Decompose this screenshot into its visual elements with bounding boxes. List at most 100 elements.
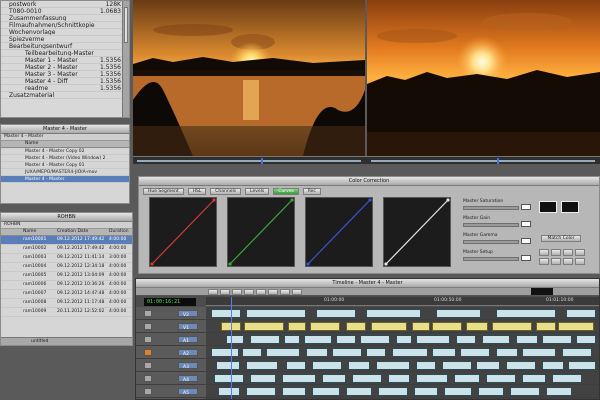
timeline-clip[interactable] xyxy=(492,322,532,331)
timeline-clip[interactable] xyxy=(454,374,480,383)
setup-value[interactable] xyxy=(521,255,531,261)
setup-slider[interactable] xyxy=(463,257,519,261)
track-select-button[interactable]: A4 xyxy=(178,375,198,383)
timeline-clip[interactable] xyxy=(416,374,448,383)
timeline-clip[interactable] xyxy=(376,361,410,370)
timeline-clip[interactable] xyxy=(444,387,472,396)
timeline-ruler[interactable]: 01:00:00 01:00:50:00 01:01:10:00 xyxy=(206,297,599,306)
raw-bin-row[interactable]: ram10006 09.12.2012 10:36:26 4:00:00 xyxy=(1,281,132,290)
tab-channels[interactable]: Channels xyxy=(210,188,242,195)
col-name[interactable]: Name xyxy=(23,229,36,234)
raw-bin-row[interactable]: ram10005 09.12.2012 13:04:09 4:00:00 xyxy=(1,272,132,281)
timeline-clip[interactable] xyxy=(466,322,488,331)
timeline-clip[interactable] xyxy=(211,309,241,318)
bin-tree-item[interactable]: Bearbeitungsentwurf xyxy=(1,43,123,50)
scrollbar[interactable] xyxy=(122,1,129,117)
timeline-clip[interactable] xyxy=(246,309,306,318)
track-area[interactable] xyxy=(206,307,599,399)
raw-bin-row[interactable]: ram10003 09.12.2012 11:41:14 3:00:00 xyxy=(1,254,132,263)
bin-tree-item[interactable]: readme 1.5356 xyxy=(1,85,123,92)
track-patch-button[interactable] xyxy=(144,388,152,395)
timeline-clip[interactable] xyxy=(242,348,262,357)
master-bin-tab[interactable]: Master 4 - Master xyxy=(1,134,129,141)
master-bin-item[interactable]: Master 4 - Master Copy 01 xyxy=(1,162,129,169)
timeline-clip[interactable] xyxy=(566,309,596,318)
raw-bin-row[interactable]: ram10002 09.12.2012 17:49:42 4:00:00 xyxy=(1,245,132,254)
timeline-clip[interactable] xyxy=(522,374,546,383)
source-viewer[interactable] xyxy=(133,0,365,156)
timeline-tool-button[interactable] xyxy=(244,289,254,295)
timeline-tool-button[interactable] xyxy=(220,289,230,295)
track-header[interactable]: A4 xyxy=(136,372,206,385)
timeline-clip[interactable] xyxy=(412,322,430,331)
timeline-clip[interactable] xyxy=(244,322,284,331)
gain-slider[interactable] xyxy=(463,223,519,227)
bin-tree-item[interactable]: Master 4 - Diff 1.5356 xyxy=(1,78,123,85)
timeline-clip[interactable] xyxy=(542,335,572,344)
timeline-clip[interactable] xyxy=(436,309,481,318)
gamma-value[interactable] xyxy=(521,238,531,244)
timeline-tool-button[interactable] xyxy=(232,289,242,295)
bin-tree-item[interactable]: Master 1 - Master 1.5356 xyxy=(1,57,123,64)
timeline-clip[interactable] xyxy=(516,335,538,344)
timeline-clip[interactable] xyxy=(250,374,276,383)
timeline-clip[interactable] xyxy=(246,361,278,370)
track-select-button[interactable]: A2 xyxy=(178,349,198,357)
timeline-clip[interactable] xyxy=(432,348,456,357)
timeline-track-row[interactable] xyxy=(206,320,599,333)
track-patch-button[interactable] xyxy=(144,349,152,356)
track-patch-button[interactable] xyxy=(144,336,152,343)
timeline-tool-button[interactable] xyxy=(208,289,218,295)
timeline-clip[interactable] xyxy=(216,361,240,370)
bin-tree-item[interactable]: Wochenvorlage xyxy=(1,29,123,36)
timeline-clip[interactable] xyxy=(542,361,564,370)
green-curve-graph[interactable] xyxy=(227,197,295,267)
bin-tree-item[interactable]: Teilbearbeitung-Master xyxy=(1,50,123,57)
red-curve-graph[interactable] xyxy=(149,197,217,267)
timeline-clip[interactable] xyxy=(336,335,356,344)
track-header[interactable]: A1 xyxy=(136,333,206,346)
timeline-track-row[interactable] xyxy=(206,307,599,320)
timeline-clip[interactable] xyxy=(558,322,594,331)
track-patch-button[interactable] xyxy=(144,310,152,317)
timeline-clip[interactable] xyxy=(506,361,536,370)
timeline-clip[interactable] xyxy=(288,322,306,331)
timeline-track-row[interactable] xyxy=(206,359,599,372)
timeline-clip[interactable] xyxy=(496,309,556,318)
timeline-clip[interactable] xyxy=(312,387,340,396)
timeline-clip[interactable] xyxy=(562,348,592,357)
track-patch-button[interactable] xyxy=(144,375,152,382)
tab-rec[interactable]: Rec xyxy=(302,188,321,195)
timeline-clip[interactable] xyxy=(392,348,428,357)
timeline-clip[interactable] xyxy=(414,387,438,396)
timeline-clip[interactable] xyxy=(211,348,239,357)
cc-grid-button[interactable] xyxy=(551,249,561,256)
bin-tree-item[interactable]: Spiezverme xyxy=(1,36,123,43)
timeline-clip[interactable] xyxy=(486,374,516,383)
timeline-clip[interactable] xyxy=(322,374,346,383)
timeline-clip[interactable] xyxy=(536,322,556,331)
record-position-marker[interactable] xyxy=(497,158,499,164)
timeline-clip[interactable] xyxy=(432,322,462,331)
timeline-clip[interactable] xyxy=(496,348,518,357)
track-patch-button[interactable] xyxy=(144,362,152,369)
timeline-clip[interactable] xyxy=(266,348,300,357)
bin-tree-item[interactable]: T080-0010 1.0683 xyxy=(1,8,123,15)
gain-value[interactable] xyxy=(521,221,531,227)
cc-grid-button[interactable] xyxy=(539,258,549,265)
timeline-clip[interactable] xyxy=(416,361,436,370)
cc-grid-button[interactable] xyxy=(575,249,585,256)
timeline-clip[interactable] xyxy=(316,309,356,318)
blue-curve-graph[interactable] xyxy=(305,197,373,267)
timeline-clip[interactable] xyxy=(396,335,412,344)
tab-hsl[interactable]: HSL xyxy=(187,188,207,195)
col-creation-date[interactable]: Creation Date xyxy=(57,229,88,234)
playhead[interactable] xyxy=(231,297,232,399)
tab-hue-segment[interactable]: Hue Segment xyxy=(143,188,184,195)
timeline-clip[interactable] xyxy=(552,374,582,383)
raw-bin-row[interactable]: ram10008 09.12.2012 11:17:48 4:00:00 xyxy=(1,299,132,308)
timeline-clip[interactable] xyxy=(546,387,572,396)
timeline-clip[interactable] xyxy=(482,335,510,344)
timeline-tool-button[interactable] xyxy=(280,289,290,295)
tab-levels[interactable]: Levels xyxy=(245,188,270,195)
